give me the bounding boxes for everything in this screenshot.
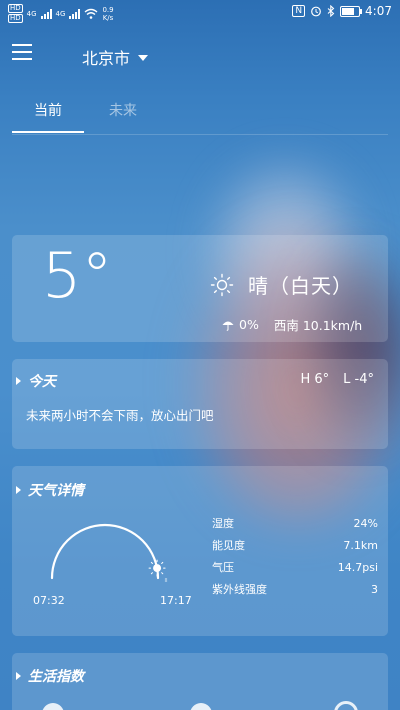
- detail-row-uv: 紫外线强度 3: [212, 578, 378, 600]
- detail-value: 14.7psi: [337, 560, 378, 574]
- sun-arc-path: [50, 523, 160, 580]
- today-title: 今天: [28, 374, 56, 390]
- sunset-time: 17:17: [160, 594, 192, 607]
- clock: 4:07: [365, 4, 392, 18]
- condition-row: 晴（白天）: [210, 270, 353, 299]
- detail-value: 7.1km: [343, 538, 378, 552]
- life-index-icon[interactable]: [42, 703, 64, 710]
- umbrella-icon: [222, 321, 234, 331]
- high-low: H 6° L -4°: [300, 372, 374, 387]
- weather-details-card[interactable]: 天气详情 07:32 17:17 湿度 24% 能见度 7.1km 气压 14.…: [12, 466, 388, 636]
- hd-badge: HD: [8, 14, 23, 23]
- sun-arc: [50, 523, 168, 582]
- high-temp: H 6°: [300, 372, 330, 387]
- signal-icon: [40, 8, 52, 19]
- weather-condition: 晴（白天）: [248, 274, 353, 298]
- hd-badges: HD HD: [8, 4, 23, 23]
- sunrise-time: 07:32: [33, 594, 65, 607]
- wind-info: 西南 10.1km/h: [273, 318, 363, 333]
- low-temp: L -4°: [343, 372, 374, 387]
- life-title-row: 生活指数: [16, 666, 84, 686]
- city-selector[interactable]: 北京市: [82, 45, 149, 69]
- bluetooth-icon: [327, 5, 335, 17]
- sun-icon: [210, 273, 234, 296]
- detail-row-visibility: 能见度 7.1km: [212, 534, 378, 556]
- menu-icon[interactable]: [12, 44, 32, 60]
- life-index-icon[interactable]: [334, 701, 358, 710]
- today-description: 未来两小时不会下雨，放心出门吧: [26, 408, 214, 423]
- network-type: 4G: [26, 9, 37, 18]
- life-title: 生活指数: [28, 669, 84, 685]
- status-right: N 4:07: [292, 4, 392, 18]
- tab-bar: 当前 未来: [12, 88, 388, 135]
- city-name: 北京市: [82, 49, 131, 68]
- alarm-icon: [311, 6, 321, 17]
- network-type: 4G: [55, 9, 66, 18]
- detail-list: 湿度 24% 能见度 7.1km 气压 14.7psi 紫外线强度 3: [212, 512, 378, 600]
- precip-wind-row: 0% 西南 10.1km/h: [222, 315, 362, 334]
- detail-label: 能见度: [212, 539, 245, 552]
- status-left: HD HD 4G 4G 0.9 K/s: [8, 4, 114, 23]
- triangle-right-icon: [16, 377, 21, 385]
- details-title: 天气详情: [28, 483, 84, 499]
- tab-forecast[interactable]: 未来: [109, 100, 137, 120]
- details-title-row: 天气详情: [16, 480, 84, 500]
- detail-row-humidity: 湿度 24%: [212, 512, 378, 534]
- network-speed-unit: K/s: [102, 13, 114, 22]
- life-index-icon[interactable]: [190, 703, 212, 710]
- triangle-right-icon: [16, 672, 21, 680]
- battery-icon: [340, 5, 363, 17]
- detail-label: 气压: [212, 561, 234, 574]
- today-card[interactable]: 今天 H 6° L -4° 未来两小时不会下雨，放心出门吧: [12, 359, 388, 449]
- signal-icon: [69, 8, 81, 19]
- life-index-card[interactable]: 生活指数: [12, 653, 388, 710]
- today-title-row: 今天: [16, 371, 56, 391]
- network-speed-value: 0.9: [102, 5, 114, 14]
- detail-value: 3: [371, 582, 378, 596]
- nfc-icon: N: [292, 5, 306, 17]
- tab-indicator: [12, 131, 84, 133]
- detail-label: 紫外线强度: [212, 583, 267, 596]
- caret-down-icon: [138, 55, 149, 61]
- detail-row-pressure: 气压 14.7psi: [212, 556, 378, 578]
- current-weather-card: 5° 晴（白天） 0% 西南 10.1km/h: [12, 235, 388, 342]
- wifi-icon: [84, 8, 98, 19]
- detail-value: 24%: [353, 516, 378, 530]
- current-temperature: 5°: [42, 239, 113, 312]
- status-bar: HD HD 4G 4G 0.9 K/s N 4:07: [0, 0, 400, 24]
- hd-badge: HD: [8, 4, 23, 13]
- network-speed: 0.9 K/s: [102, 6, 113, 22]
- precipitation-chance: 0%: [239, 317, 259, 332]
- tab-current[interactable]: 当前: [34, 100, 62, 120]
- detail-label: 湿度: [212, 517, 234, 530]
- triangle-right-icon: [16, 486, 21, 494]
